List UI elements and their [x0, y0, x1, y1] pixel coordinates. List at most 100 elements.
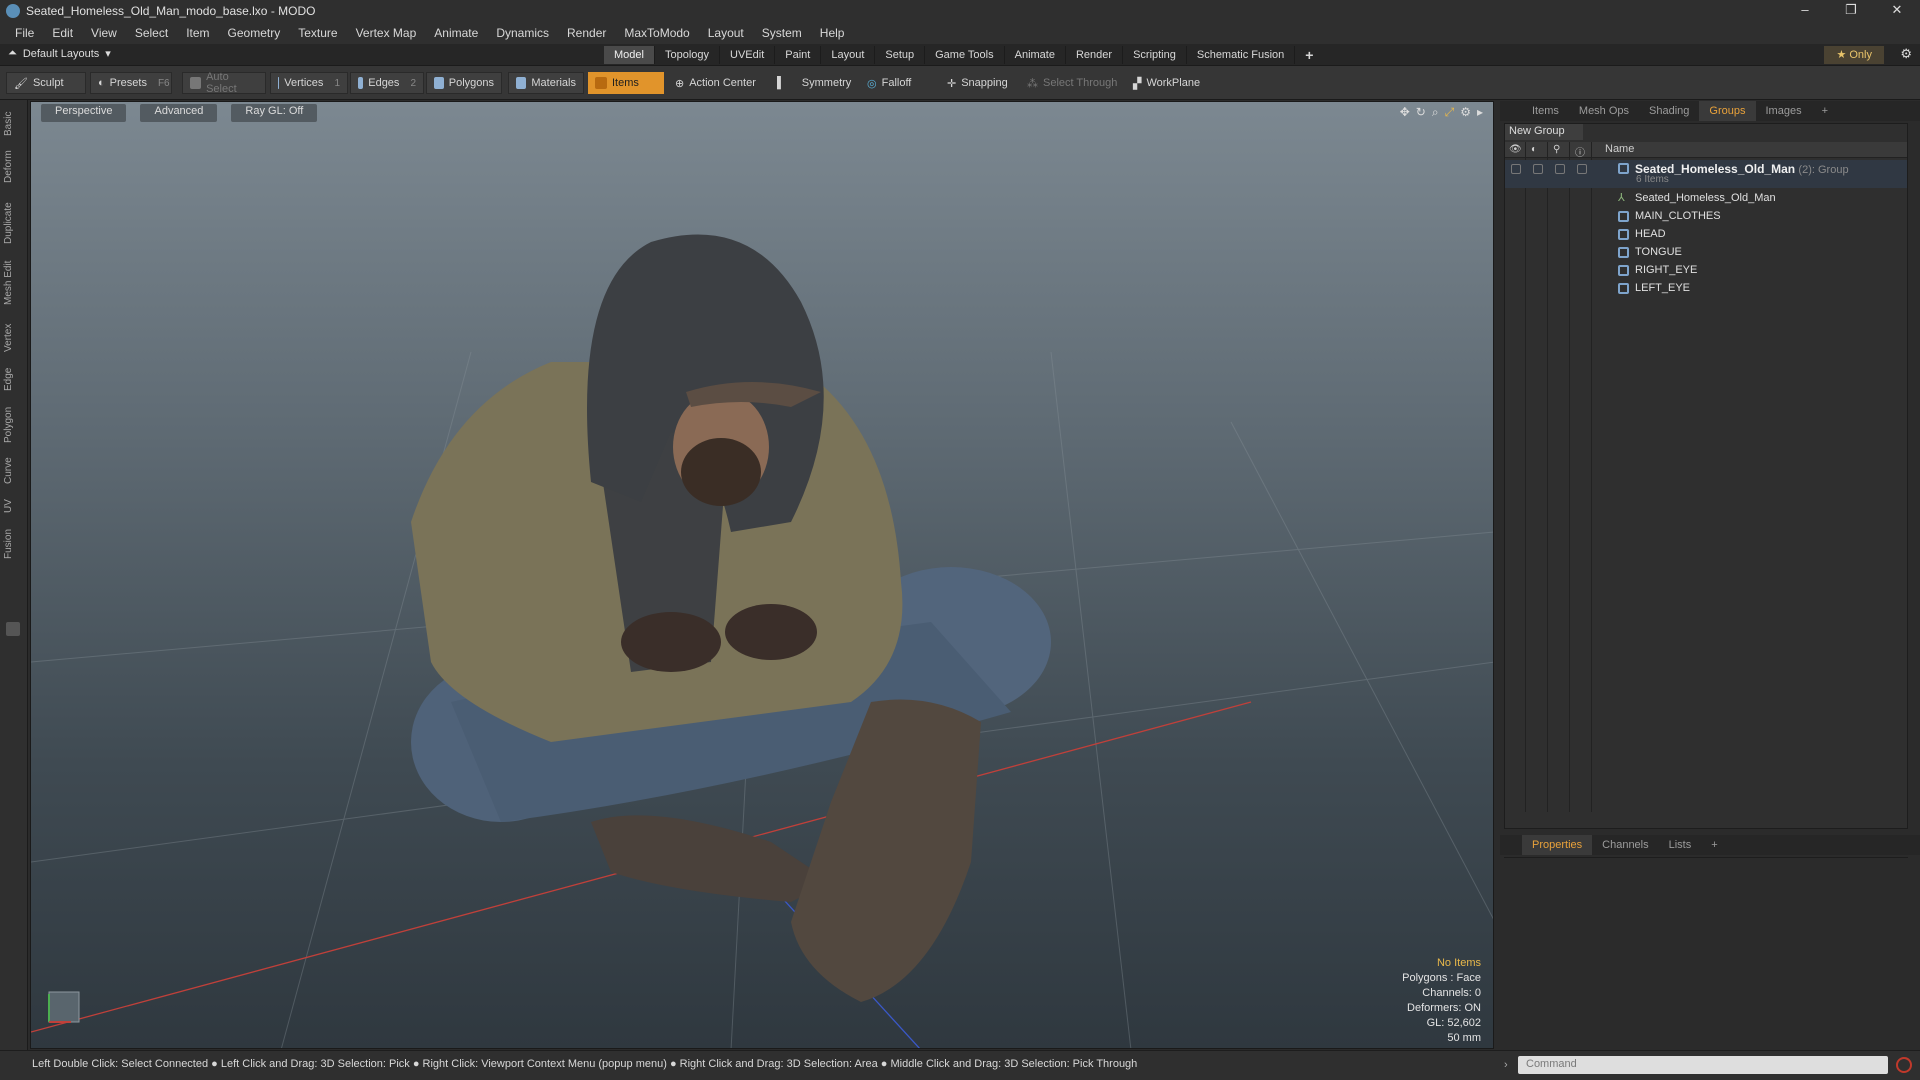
render-toggle[interactable]	[1533, 164, 1543, 174]
menu-view[interactable]: View	[82, 26, 126, 40]
lock-icon[interactable]: ⚲	[1553, 144, 1560, 155]
rotate-icon[interactable]: ↻	[1416, 105, 1426, 120]
items-button[interactable]: Items	[588, 72, 664, 94]
list-item[interactable]: LEFT_EYE	[1505, 280, 1907, 298]
tab-layout[interactable]: Layout	[821, 46, 876, 64]
group-row[interactable]: Seated_Homeless_Old_Man (2): Group 6 Ite…	[1505, 160, 1907, 188]
vtab-fusion[interactable]: Fusion	[3, 524, 23, 564]
tab-items[interactable]: Items	[1522, 101, 1569, 121]
tab-lists[interactable]: Lists	[1659, 835, 1702, 855]
command-input[interactable]: Command	[1518, 1056, 1888, 1074]
tab-render[interactable]: Render	[1066, 46, 1124, 64]
pan-icon[interactable]: ✥	[1400, 105, 1410, 120]
vtab-deform[interactable]: Deform	[3, 146, 23, 188]
only-toggle[interactable]: ★ Only	[1824, 46, 1884, 64]
tab-groups[interactable]: Groups	[1699, 101, 1756, 121]
vtab-vertex[interactable]: Vertex	[3, 318, 23, 358]
menu-system[interactable]: System	[753, 26, 811, 40]
vertices-button[interactable]: Vertices 1	[270, 72, 348, 94]
3d-viewport[interactable]: Perspective Advanced Ray GL: Off ✥ ↻ ⌕ ⤢…	[30, 101, 1494, 1049]
vtab-duplicate[interactable]: Duplicate	[3, 196, 23, 250]
menu-texture[interactable]: Texture	[289, 26, 346, 40]
vtab-mesh-edit[interactable]: Mesh Edit	[3, 256, 23, 310]
tab-uvedit[interactable]: UVEdit	[720, 46, 776, 64]
menu-help[interactable]: Help	[811, 26, 854, 40]
expand-arrow-icon[interactable]: ▸	[1477, 105, 1483, 120]
tab-setup[interactable]: Setup	[875, 46, 926, 64]
tab-animate[interactable]: Animate	[1005, 46, 1066, 64]
falloff-button[interactable]: ◎ Falloff	[860, 72, 940, 94]
edges-button[interactable]: Edges 2	[350, 72, 424, 94]
symmetry-button[interactable]: ▌ Symmetry	[770, 72, 866, 94]
presets-button[interactable]: ◐ Presets F6	[90, 72, 172, 94]
select-icon[interactable]: ⓘ	[1575, 144, 1585, 159]
vtab-curve[interactable]: Curve	[3, 454, 23, 488]
tab-schematic-fusion[interactable]: Schematic Fusion	[1187, 46, 1296, 64]
vertices-label: Vertices	[284, 77, 324, 89]
snapping-button[interactable]: ✛ Snapping	[940, 72, 1026, 94]
menu-select[interactable]: Select	[126, 26, 177, 40]
auto-select-button[interactable]: Auto Select	[182, 71, 266, 95]
visibility-toggle[interactable]	[1511, 164, 1521, 174]
menu-vertex-map[interactable]: Vertex Map	[347, 26, 426, 40]
vtab-uv[interactable]: UV	[3, 494, 23, 518]
tab-game-tools[interactable]: Game Tools	[925, 46, 1005, 64]
list-item[interactable]: RIGHT_EYE	[1505, 262, 1907, 280]
menu-maxtomodo[interactable]: MaxToModo	[615, 26, 698, 40]
select-toggle[interactable]	[1577, 164, 1587, 174]
tab-properties[interactable]: Properties	[1522, 835, 1593, 855]
advanced-button[interactable]: Advanced	[140, 104, 218, 122]
panel-toggle-icon[interactable]	[6, 622, 20, 636]
workplane-button[interactable]: ▞ WorkPlane	[1126, 72, 1214, 94]
list-item[interactable]: ⅄ Seated_Homeless_Old_Man	[1505, 190, 1907, 208]
close-button[interactable]: ✕	[1874, 0, 1920, 22]
fit-icon[interactable]: ⤢	[1445, 105, 1455, 120]
menu-dynamics[interactable]: Dynamics	[487, 26, 558, 40]
settings-icon[interactable]: ⚙	[1460, 105, 1471, 120]
sculpt-button[interactable]: 🖌 Sculpt	[6, 72, 86, 94]
layout-dropdown[interactable]: ⏶ Default Layouts ▾	[8, 47, 111, 60]
tab-mesh-ops[interactable]: Mesh Ops	[1569, 101, 1639, 121]
minimize-button[interactable]: –	[1782, 0, 1828, 22]
tab-paint[interactable]: Paint	[775, 46, 822, 64]
lock-toggle[interactable]	[1555, 164, 1565, 174]
list-item[interactable]: TONGUE	[1505, 244, 1907, 262]
materials-button[interactable]: Materials	[508, 72, 584, 94]
menu-render[interactable]: Render	[558, 26, 615, 40]
tab-model[interactable]: Model	[604, 46, 655, 64]
polygons-info: Polygons : Face	[1402, 972, 1481, 984]
new-group-button[interactable]: New Group	[1505, 124, 1583, 140]
menu-edit[interactable]: Edit	[43, 26, 82, 40]
menu-animate[interactable]: Animate	[425, 26, 487, 40]
tab-channels[interactable]: Channels	[1592, 835, 1658, 855]
select-through-button[interactable]: ⁂ Select Through	[1020, 72, 1130, 94]
gear-icon[interactable]: ⚙	[1900, 46, 1912, 62]
list-item[interactable]: MAIN_CLOTHES	[1505, 208, 1907, 226]
tab-topology[interactable]: Topology	[655, 46, 721, 64]
render-icon[interactable]: ◐	[1531, 144, 1537, 155]
menu-item[interactable]: Item	[177, 26, 218, 40]
menu-geometry[interactable]: Geometry	[219, 26, 290, 40]
menu-layout[interactable]: Layout	[699, 26, 753, 40]
vtab-basic[interactable]: Basic	[3, 106, 23, 142]
menu-file[interactable]: File	[6, 26, 43, 40]
tab-shading[interactable]: Shading	[1639, 101, 1699, 121]
list-item[interactable]: HEAD	[1505, 226, 1907, 244]
restore-button[interactable]: ❐	[1828, 0, 1874, 22]
add-properties-tab-button[interactable]: +	[1701, 835, 1727, 855]
polygons-button[interactable]: Polygons	[426, 72, 502, 94]
zoom-icon[interactable]: ⌕	[1432, 105, 1439, 120]
tab-images[interactable]: Images	[1756, 101, 1812, 121]
tab-scripting[interactable]: Scripting	[1123, 46, 1187, 64]
vtab-edge[interactable]: Edge	[3, 364, 23, 394]
add-panel-tab-button[interactable]: +	[1812, 101, 1838, 121]
character-model[interactable]	[411, 234, 1051, 1003]
falloff-icon: ◎	[867, 77, 877, 90]
vtab-polygon[interactable]: Polygon	[3, 402, 23, 448]
eye-icon[interactable]: 👁	[1509, 144, 1522, 155]
action-center-button[interactable]: ⊕ Action Center	[668, 72, 768, 94]
perspective-button[interactable]: Perspective	[41, 104, 127, 122]
add-tab-button[interactable]: +	[1295, 46, 1323, 64]
command-history-icon[interactable]	[1896, 1057, 1912, 1073]
ray-gl-button[interactable]: Ray GL: Off	[231, 104, 318, 122]
